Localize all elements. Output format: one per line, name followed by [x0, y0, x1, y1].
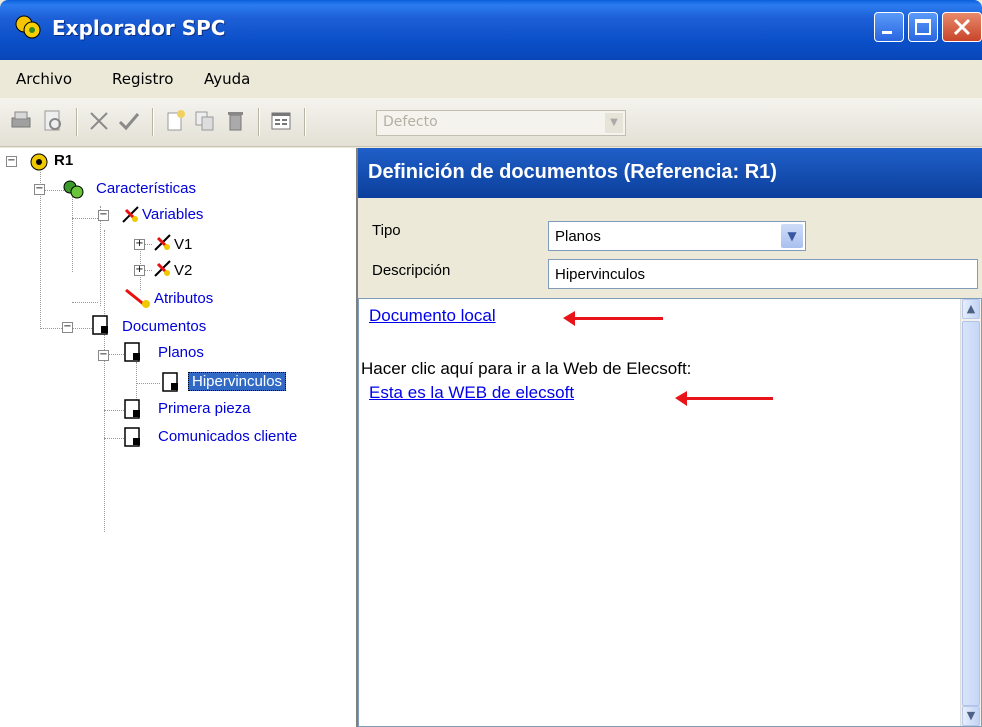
- panel-title: Definición de documentos (Referencia: R1…: [368, 161, 777, 183]
- expand-icon[interactable]: +: [134, 239, 145, 250]
- tipo-label: Tipo: [372, 222, 401, 239]
- title-bar[interactable]: Explorador SPC: [0, 0, 982, 60]
- tree-node-planos[interactable]: Planos: [158, 344, 204, 361]
- tree-node-v1[interactable]: V1: [174, 236, 192, 253]
- print-icon[interactable]: [8, 108, 34, 134]
- menu-ayuda[interactable]: Ayuda: [204, 70, 250, 88]
- scroll-down-icon[interactable]: ▼: [962, 706, 980, 726]
- maximize-button[interactable]: [908, 12, 938, 42]
- variable-icon: [154, 260, 171, 277]
- annotation-arrow: [675, 391, 773, 406]
- scroll-thumb[interactable]: [962, 321, 980, 706]
- minimize-icon: [882, 31, 892, 34]
- menu-bar: Archivo Registro Ayuda: [0, 60, 982, 98]
- tree-node-r1[interactable]: R1: [54, 152, 73, 169]
- close-button[interactable]: [942, 12, 982, 42]
- window-title: Explorador SPC: [52, 16, 226, 40]
- tree-node-documentos[interactable]: Documentos: [122, 318, 206, 335]
- minimize-button[interactable]: [874, 12, 904, 42]
- collapse-icon[interactable]: −: [34, 184, 45, 195]
- expand-icon[interactable]: +: [134, 265, 145, 276]
- form-view-icon[interactable]: [268, 108, 294, 134]
- tree-pane: − R1 − Características − Variables + V1 …: [0, 148, 358, 727]
- collapse-icon[interactable]: −: [6, 156, 17, 167]
- document-icon: [124, 427, 140, 447]
- document-icon: [92, 315, 108, 335]
- tipo-select[interactable]: Planos ▼: [548, 221, 806, 251]
- chevron-down-icon[interactable]: ▼: [781, 224, 803, 248]
- link-web-elecsoft[interactable]: Esta es la WEB de elecsoft: [369, 383, 574, 403]
- vertical-scrollbar[interactable]: ▲ ▼: [960, 299, 981, 726]
- maximize-icon: [915, 19, 931, 35]
- descripcion-label: Descripción: [372, 262, 451, 279]
- tree-node-primera-pieza[interactable]: Primera pieza: [158, 400, 251, 417]
- descripcion-field[interactable]: Hipervinculos: [548, 259, 978, 289]
- check-icon[interactable]: [116, 108, 142, 134]
- chevron-down-icon[interactable]: ▼: [605, 113, 623, 133]
- descripcion-value: Hipervinculos: [555, 266, 646, 283]
- gear-icon: [30, 153, 48, 171]
- collapse-icon[interactable]: −: [98, 350, 109, 361]
- collapse-icon[interactable]: −: [98, 210, 109, 221]
- doc-instruction-text: Hacer clic aquí para ir a la Web de Elec…: [361, 359, 692, 378]
- link-documento-local[interactable]: Documento local: [369, 306, 496, 326]
- close-icon: [953, 18, 971, 36]
- copy-icon[interactable]: [192, 108, 218, 134]
- delete-icon[interactable]: [222, 108, 248, 134]
- profile-combo[interactable]: Defecto ▼: [376, 110, 626, 136]
- profile-combo-value: Defecto: [383, 114, 438, 130]
- tipo-select-value: Planos: [555, 228, 601, 245]
- tree-node-caracteristicas[interactable]: Características: [96, 180, 196, 197]
- document-content: Documento local Hacer clic aquí para ir …: [358, 298, 982, 727]
- document-icon: [124, 399, 140, 419]
- tree-node-comunicados[interactable]: Comunicados cliente: [158, 428, 297, 445]
- menu-archivo[interactable]: Archivo: [16, 70, 72, 88]
- scroll-up-icon[interactable]: ▲: [962, 299, 980, 319]
- gears-icon: [63, 180, 84, 199]
- new-document-icon[interactable]: [162, 108, 188, 134]
- document-icon: [162, 372, 178, 392]
- menu-registro[interactable]: Registro: [112, 70, 173, 88]
- print-preview-icon[interactable]: [40, 108, 66, 134]
- tree-node-atributos[interactable]: Atributos: [154, 290, 213, 307]
- panel-header: Definición de documentos (Referencia: R1…: [358, 148, 982, 198]
- attributes-icon: [125, 288, 150, 308]
- variables-icon: [122, 206, 139, 223]
- tree-node-variables[interactable]: Variables: [142, 206, 203, 223]
- document-icon: [124, 342, 140, 362]
- cut-icon[interactable]: [86, 108, 112, 134]
- annotation-arrow: [563, 311, 663, 326]
- app-icon: [15, 15, 41, 39]
- variable-icon: [154, 234, 171, 251]
- detail-pane: Definición de documentos (Referencia: R1…: [358, 148, 982, 727]
- tree-node-hipervinculos[interactable]: Hipervinculos: [188, 372, 287, 391]
- collapse-icon[interactable]: −: [62, 322, 73, 333]
- tree-node-v2[interactable]: V2: [174, 262, 192, 279]
